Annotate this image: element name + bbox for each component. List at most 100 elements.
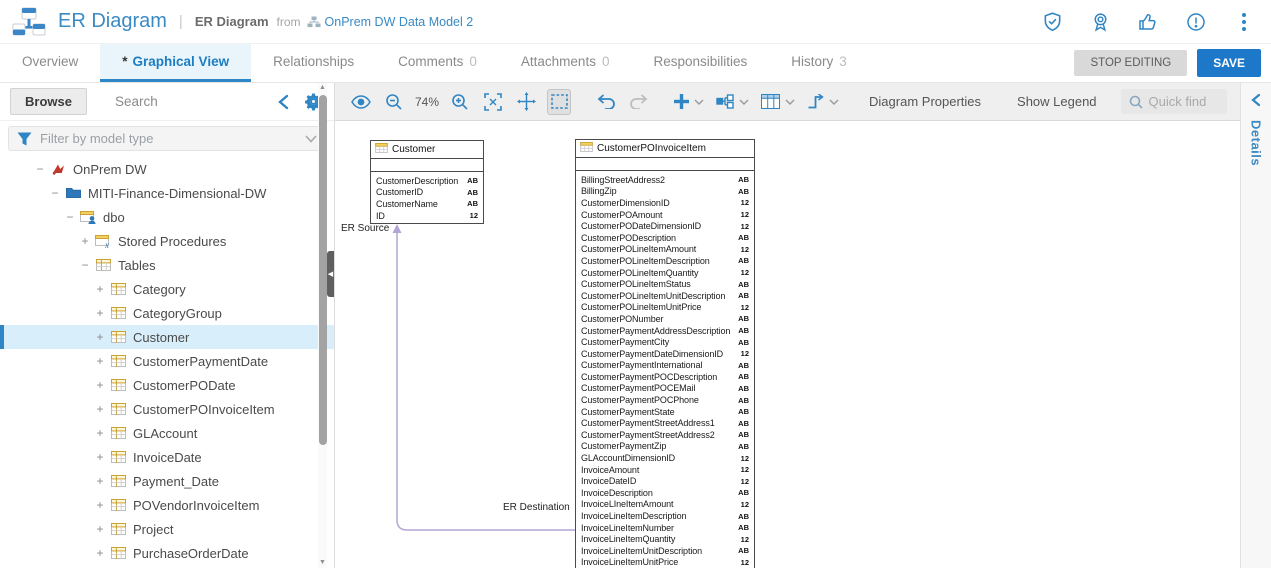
tree-item-stored-procedures[interactable]: +xStored Procedures — [0, 229, 334, 253]
column-name: InvoiceAmount — [581, 465, 639, 475]
certificate-icon[interactable] — [1089, 11, 1111, 33]
fit-to-screen-icon[interactable] — [481, 89, 505, 115]
expand-icon[interactable]: + — [94, 426, 106, 440]
search-tab-button[interactable]: Search — [115, 94, 158, 109]
tree-item-category[interactable]: +Category — [0, 277, 334, 301]
tab-comments[interactable]: Comments0 — [376, 44, 499, 82]
auto-layout-button[interactable] — [716, 94, 749, 109]
scroll-up-arrow[interactable]: ▲ — [318, 83, 327, 93]
tab-overview[interactable]: Overview — [0, 44, 100, 82]
scrollbar-thumb[interactable] — [319, 95, 327, 445]
column-type: AB — [738, 280, 749, 289]
column-type: AB — [738, 546, 749, 555]
column-name: CustomerPODescription — [581, 233, 676, 243]
collapse-icon[interactable]: − — [79, 258, 91, 272]
entity-column-row: CustomerPOLineItemDescriptionAB — [576, 255, 754, 267]
column-name: CustomerDimensionID — [581, 198, 670, 208]
column-type: 12 — [741, 198, 749, 207]
quick-find-input[interactable] — [1149, 94, 1219, 109]
quick-find-box[interactable] — [1121, 89, 1227, 114]
tree-item-tables[interactable]: −Tables — [0, 253, 334, 277]
zoom-in-icon[interactable] — [448, 89, 472, 115]
tab-attachments[interactable]: Attachments0 — [499, 44, 632, 82]
expand-icon[interactable]: + — [94, 498, 106, 512]
diagram-canvas[interactable]: ER Source ER Destination CustomerCustome… — [335, 121, 1240, 568]
expand-icon[interactable]: + — [94, 354, 106, 368]
tree-item-dbo[interactable]: −dbo — [0, 205, 334, 229]
expand-details-icon[interactable] — [1251, 93, 1261, 112]
column-type: AB — [738, 361, 749, 370]
sidebar-splitter-handle[interactable]: ◀ — [327, 251, 334, 297]
collapse-icon[interactable]: − — [34, 162, 46, 176]
select-tool-icon[interactable] — [547, 89, 571, 115]
collapse-icon[interactable]: − — [64, 210, 76, 224]
tab-graphical-view[interactable]: *Graphical View — [100, 44, 251, 82]
save-button[interactable]: SAVE — [1197, 49, 1261, 77]
column-type: 12 — [741, 245, 749, 254]
browse-tab-button[interactable]: Browse — [10, 88, 87, 115]
tree-item-miti-finance-dimensional-dw[interactable]: −MITI-Finance-Dimensional-DW — [0, 181, 334, 205]
show-legend-button[interactable]: Show Legend — [1017, 94, 1097, 109]
tree-item-glaccount[interactable]: +GLAccount — [0, 421, 334, 445]
column-name: InvoiceDateID — [581, 476, 636, 486]
tree-item-project[interactable]: +Project — [0, 517, 334, 541]
shield-check-icon[interactable] — [1041, 11, 1063, 33]
table-display-button[interactable] — [761, 94, 795, 109]
tree-item-categorygroup[interactable]: +CategoryGroup — [0, 301, 334, 325]
tree-scrollbar[interactable]: ▲ ▼ — [318, 83, 327, 568]
tab-label: History — [791, 54, 833, 69]
column-type: AB — [738, 384, 749, 393]
expand-icon[interactable]: + — [94, 282, 106, 296]
entity-customer[interactable]: CustomerCustomerDescriptionABCustomerIDA… — [370, 140, 484, 224]
diagram-properties-button[interactable]: Diagram Properties — [869, 94, 981, 109]
entity-column-row: CustomerPaymentAddressDescriptionAB — [576, 325, 754, 337]
pan-move-icon[interactable] — [514, 89, 538, 115]
tree-item-invoicedate[interactable]: +InvoiceDate — [0, 445, 334, 469]
collapse-sidebar-icon[interactable] — [272, 91, 294, 113]
column-type: AB — [738, 512, 749, 521]
tree-item-customerpoinvoiceitem[interactable]: +CustomerPOInvoiceItem — [0, 397, 334, 421]
filter-input[interactable] — [40, 131, 297, 146]
tree-item-povendorinvoiceitem[interactable]: +POVendorInvoiceItem — [0, 493, 334, 517]
kebab-menu-icon[interactable] — [1233, 11, 1255, 33]
tab-history[interactable]: History3 — [769, 44, 869, 82]
zoom-out-icon[interactable] — [382, 89, 406, 115]
tree-item-label: CustomerPaymentDate — [133, 354, 268, 369]
add-object-button[interactable] — [674, 94, 704, 109]
expand-icon[interactable]: + — [79, 234, 91, 248]
relationship-style-button[interactable] — [807, 94, 839, 109]
entity-customerpoinvoiceitem[interactable]: CustomerPOInvoiceItemBillingStreetAddres… — [575, 139, 755, 568]
from-label: from — [277, 15, 301, 29]
schema-icon — [80, 211, 97, 224]
stop-editing-button[interactable]: STOP EDITING — [1074, 50, 1187, 76]
tree-item-payment-date[interactable]: +Payment_Date — [0, 469, 334, 493]
entity-column-row: InvoiceAmount12 — [576, 464, 754, 476]
expand-icon[interactable]: + — [94, 330, 106, 344]
scroll-down-arrow[interactable]: ▼ — [318, 558, 327, 568]
expand-icon[interactable]: + — [94, 402, 106, 416]
visibility-eye-icon[interactable] — [349, 89, 373, 115]
thumbs-up-icon[interactable] — [1137, 11, 1159, 33]
tab-relationships[interactable]: Relationships — [251, 44, 376, 82]
model-type-filter[interactable] — [8, 126, 326, 151]
expand-icon[interactable]: + — [94, 522, 106, 536]
tree-item-customer[interactable]: +Customer — [0, 325, 334, 349]
tree-item-customerpaymentdate[interactable]: + CustomerPaymentDate — [0, 349, 334, 373]
expand-icon[interactable]: + — [94, 378, 106, 392]
undo-icon[interactable] — [594, 89, 618, 115]
collapse-icon[interactable]: − — [49, 186, 61, 200]
column-type: AB — [738, 314, 749, 323]
model-link[interactable]: OnPrem DW Data Model 2 — [307, 15, 474, 29]
expand-icon[interactable]: + — [94, 306, 106, 320]
redo-icon[interactable] — [627, 89, 651, 115]
tree-item-customerpodate[interactable]: +CustomerPODate — [0, 373, 334, 397]
expand-icon[interactable]: + — [94, 546, 106, 560]
alert-circle-icon[interactable] — [1185, 11, 1207, 33]
expand-icon[interactable]: + — [94, 450, 106, 464]
details-panel-label[interactable]: Details — [1249, 120, 1264, 166]
expand-icon[interactable]: + — [94, 474, 106, 488]
tab-responsibilities[interactable]: Responsibilities — [631, 44, 769, 82]
tree-item-purchaseorderdate[interactable]: +PurchaseOrderDate — [0, 541, 334, 565]
tree-item-onprem-dw[interactable]: −OnPrem DW — [0, 157, 334, 181]
column-type: AB — [738, 430, 749, 439]
